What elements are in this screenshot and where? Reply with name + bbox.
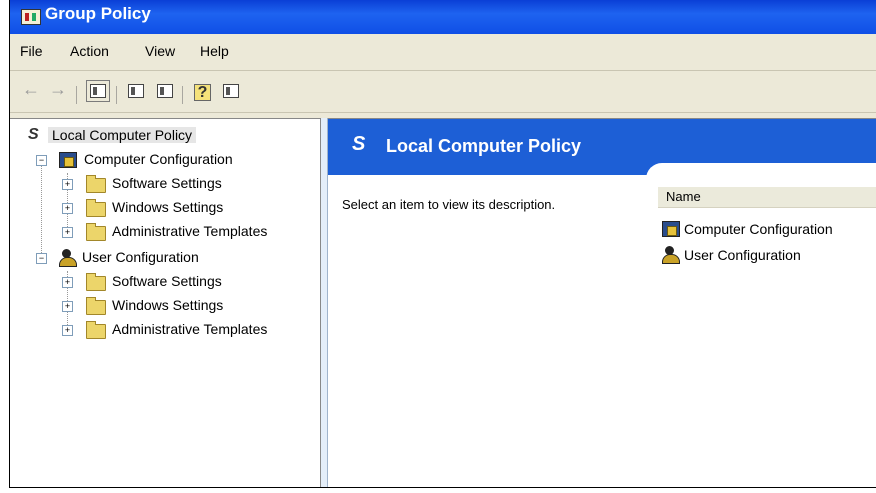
computer-icon	[59, 152, 77, 168]
title-bar[interactable]: Group Policy	[10, 0, 876, 34]
collapse-icon[interactable]: −	[36, 253, 47, 264]
folder-icon	[86, 297, 106, 315]
expand-icon[interactable]: +	[62, 277, 73, 288]
header-tab-curve	[646, 163, 876, 179]
tree-item-computer-configuration[interactable]: − Computer Configuration	[36, 149, 296, 171]
list-item-label: User Configuration	[684, 247, 801, 263]
toolbar-divider	[182, 86, 183, 104]
menu-action[interactable]: Action	[70, 43, 109, 59]
toolbar-separator	[10, 112, 876, 113]
toolbar-divider	[76, 86, 77, 104]
tree-label: Windows Settings	[112, 199, 224, 215]
help-icon[interactable]: ?	[194, 84, 211, 101]
column-header-label: Name	[666, 189, 701, 204]
back-icon[interactable]: ←	[20, 79, 42, 99]
column-header-name[interactable]: Name	[658, 187, 876, 208]
tree-item-software-settings[interactable]: + Software Settings	[62, 173, 302, 195]
folder-icon	[86, 199, 106, 217]
tree-item-administrative-templates[interactable]: + Administrative Templates	[62, 221, 312, 243]
tree-item-local-computer-policy[interactable]: S Local Computer Policy	[28, 125, 228, 147]
details-pane: S Local Computer Policy Select an item t…	[328, 118, 876, 487]
show-hide-action-pane-icon[interactable]	[223, 84, 239, 98]
tree-label: Software Settings	[112, 175, 222, 191]
menu-separator	[10, 70, 876, 71]
folder-icon	[86, 273, 106, 291]
tree-item-windows-settings[interactable]: + Windows Settings	[62, 197, 302, 219]
policy-scroll-icon: S	[352, 133, 366, 155]
menu-view[interactable]: View	[145, 43, 175, 59]
expand-icon[interactable]: +	[62, 325, 73, 336]
expand-icon[interactable]: +	[62, 301, 73, 312]
export-list-icon[interactable]	[157, 84, 173, 98]
policy-scroll-icon: S	[28, 126, 39, 143]
toolbar-divider	[116, 86, 117, 104]
properties-icon[interactable]	[128, 84, 144, 98]
folder-icon	[86, 321, 106, 339]
tree-label: Administrative Templates	[112, 321, 268, 337]
details-header-title: Local Computer Policy	[386, 136, 582, 156]
expand-icon[interactable]: +	[62, 203, 73, 214]
tree-item-user-configuration[interactable]: − User Configuration	[36, 247, 296, 269]
menu-file[interactable]: File	[20, 43, 43, 59]
menu-bar: File Action View Help	[10, 40, 876, 62]
tree-label: User Configuration	[82, 249, 199, 265]
list-item-user-configuration[interactable]: User Configuration	[658, 245, 876, 265]
window-title: Group Policy	[45, 4, 151, 23]
tree-label: Software Settings	[112, 273, 222, 289]
expand-icon[interactable]: +	[62, 179, 73, 190]
item-description: Select an item to view its description.	[342, 197, 556, 212]
tree-item-software-settings[interactable]: + Software Settings	[62, 271, 302, 293]
pane-splitter[interactable]	[321, 118, 328, 487]
tree-label: Local Computer Policy	[48, 127, 197, 143]
folder-icon	[86, 175, 106, 193]
collapse-icon[interactable]: −	[36, 155, 47, 166]
user-icon	[662, 246, 680, 264]
tree-label: Administrative Templates	[112, 223, 268, 239]
tree-item-administrative-templates[interactable]: + Administrative Templates	[62, 319, 312, 341]
list-item-label: Computer Configuration	[684, 221, 833, 237]
console-tree[interactable]: S Local Computer Policy − Computer Confi…	[10, 118, 321, 487]
group-policy-window: Group Policy File Action View Help ← → ?…	[9, 0, 876, 488]
tree-label: Computer Configuration	[84, 151, 233, 167]
tree-item-windows-settings[interactable]: + Windows Settings	[62, 295, 302, 317]
show-hide-tree-icon[interactable]	[86, 80, 110, 102]
list-item-computer-configuration[interactable]: Computer Configuration	[658, 219, 876, 239]
tree-label: Windows Settings	[112, 297, 224, 313]
expand-icon[interactable]: +	[62, 227, 73, 238]
toolbar: ← → ?	[10, 76, 876, 108]
computer-icon	[662, 221, 680, 237]
user-icon	[59, 249, 77, 267]
group-policy-app-icon	[21, 9, 41, 25]
menu-help[interactable]: Help	[200, 43, 229, 59]
forward-icon[interactable]: →	[47, 79, 69, 99]
folder-icon	[86, 223, 106, 241]
